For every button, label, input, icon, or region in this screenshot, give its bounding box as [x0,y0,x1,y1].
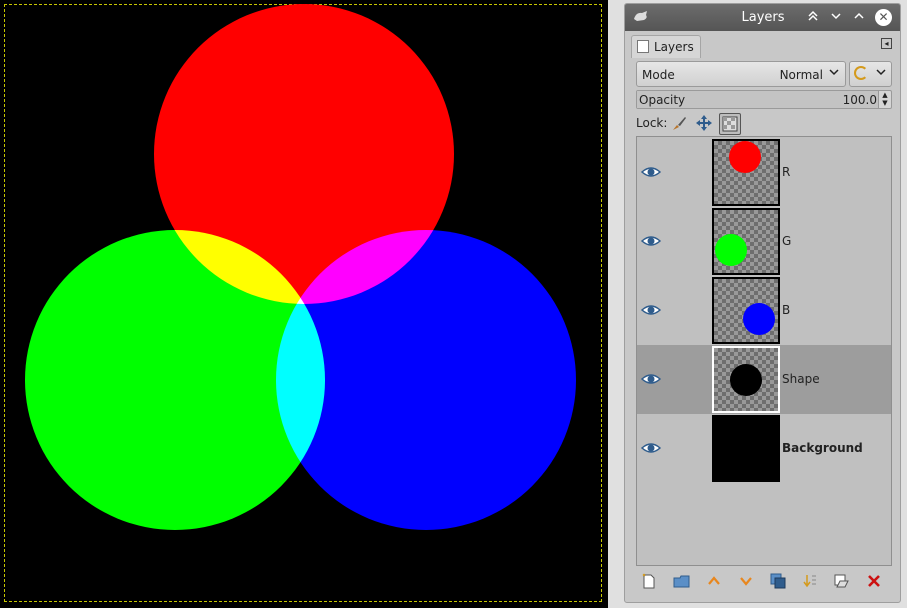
layer-name[interactable]: Background [782,441,863,455]
layers-tab-icon [637,40,649,53]
layer-name[interactable]: B [782,303,790,317]
lock-pixels-icon[interactable] [669,113,691,135]
layer-row-b[interactable]: B [637,276,891,345]
mode-value: Normal [779,68,823,82]
layer-thumbnail [712,139,780,206]
composite-spiral-icon [854,66,868,80]
dock-tab-row: Layers ◂ [629,34,895,58]
dock-titlebar[interactable]: Layers ✕ [625,4,900,31]
layer-list[interactable]: R G B Shape Background [636,136,892,566]
lock-label: Lock: [636,116,668,130]
lock-row: Lock: [636,111,892,136]
chevron-down-icon [828,66,840,81]
tab-menu-icon[interactable]: ◂ [881,38,892,49]
blue-circle [276,230,576,530]
layer-name[interactable]: G [782,234,791,248]
eye-icon[interactable] [640,164,662,180]
lock-alpha-icon[interactable] [719,113,741,135]
opacity-value: 100.0 [842,93,877,107]
layer-name[interactable]: R [782,165,790,179]
eye-icon[interactable] [640,440,662,456]
layer-thumbnail [712,346,780,413]
tab-layers[interactable]: Layers [631,35,701,58]
canvas-drawing [25,4,576,530]
lower-layer-icon[interactable] [736,573,756,591]
lock-position-icon[interactable] [694,113,716,135]
thumb-circle [729,141,761,173]
delete-layer-icon[interactable] [864,573,884,591]
opacity-label: Opacity [639,93,686,107]
dock-title: Layers [741,10,785,25]
layers-toolbar [636,570,892,594]
scroll-up-icon[interactable] [805,9,821,25]
layer-row-g[interactable]: G [637,207,891,276]
layer-thumbnail [712,277,780,344]
new-group-icon[interactable] [672,573,692,591]
raise-layer-icon[interactable] [704,573,724,591]
thumb-circle [743,303,775,335]
layer-name[interactable]: Shape [782,372,820,386]
tab-layers-label: Layers [654,40,694,54]
layer-thumbnail [712,208,780,275]
gimp-icon [632,9,648,25]
duplicate-layer-icon[interactable] [768,573,788,591]
new-layer-icon[interactable] [639,573,659,591]
layers-dock: Layers ✕ Layers ◂ Mode Normal Opacity 10… [624,3,901,603]
layer-row-r[interactable]: R [637,138,891,207]
mode-select[interactable]: Mode Normal [636,61,846,87]
eye-icon[interactable] [640,371,662,387]
thumb-circle [730,364,762,396]
eye-icon[interactable] [640,302,662,318]
chevron-down-icon[interactable] [828,9,844,25]
composite-mode-button[interactable] [849,61,892,87]
mode-label: Mode [642,68,675,82]
anchor-layer-icon[interactable] [800,573,820,591]
chevron-down-icon [875,66,887,81]
eye-icon[interactable] [640,233,662,249]
close-icon[interactable]: ✕ [875,9,892,26]
layer-mask-icon[interactable] [832,573,852,591]
opacity-spinner[interactable]: ▲ ▼ [878,91,891,108]
image-canvas[interactable] [0,0,608,608]
thumb-circle [715,234,747,266]
chevron-up-icon[interactable] [851,9,867,25]
layer-row-background[interactable]: Background [637,414,891,483]
layer-row-shape[interactable]: Shape [637,345,891,414]
layer-thumbnail [712,415,780,482]
opacity-slider[interactable]: Opacity 100.0 ▲ ▼ [636,90,892,109]
